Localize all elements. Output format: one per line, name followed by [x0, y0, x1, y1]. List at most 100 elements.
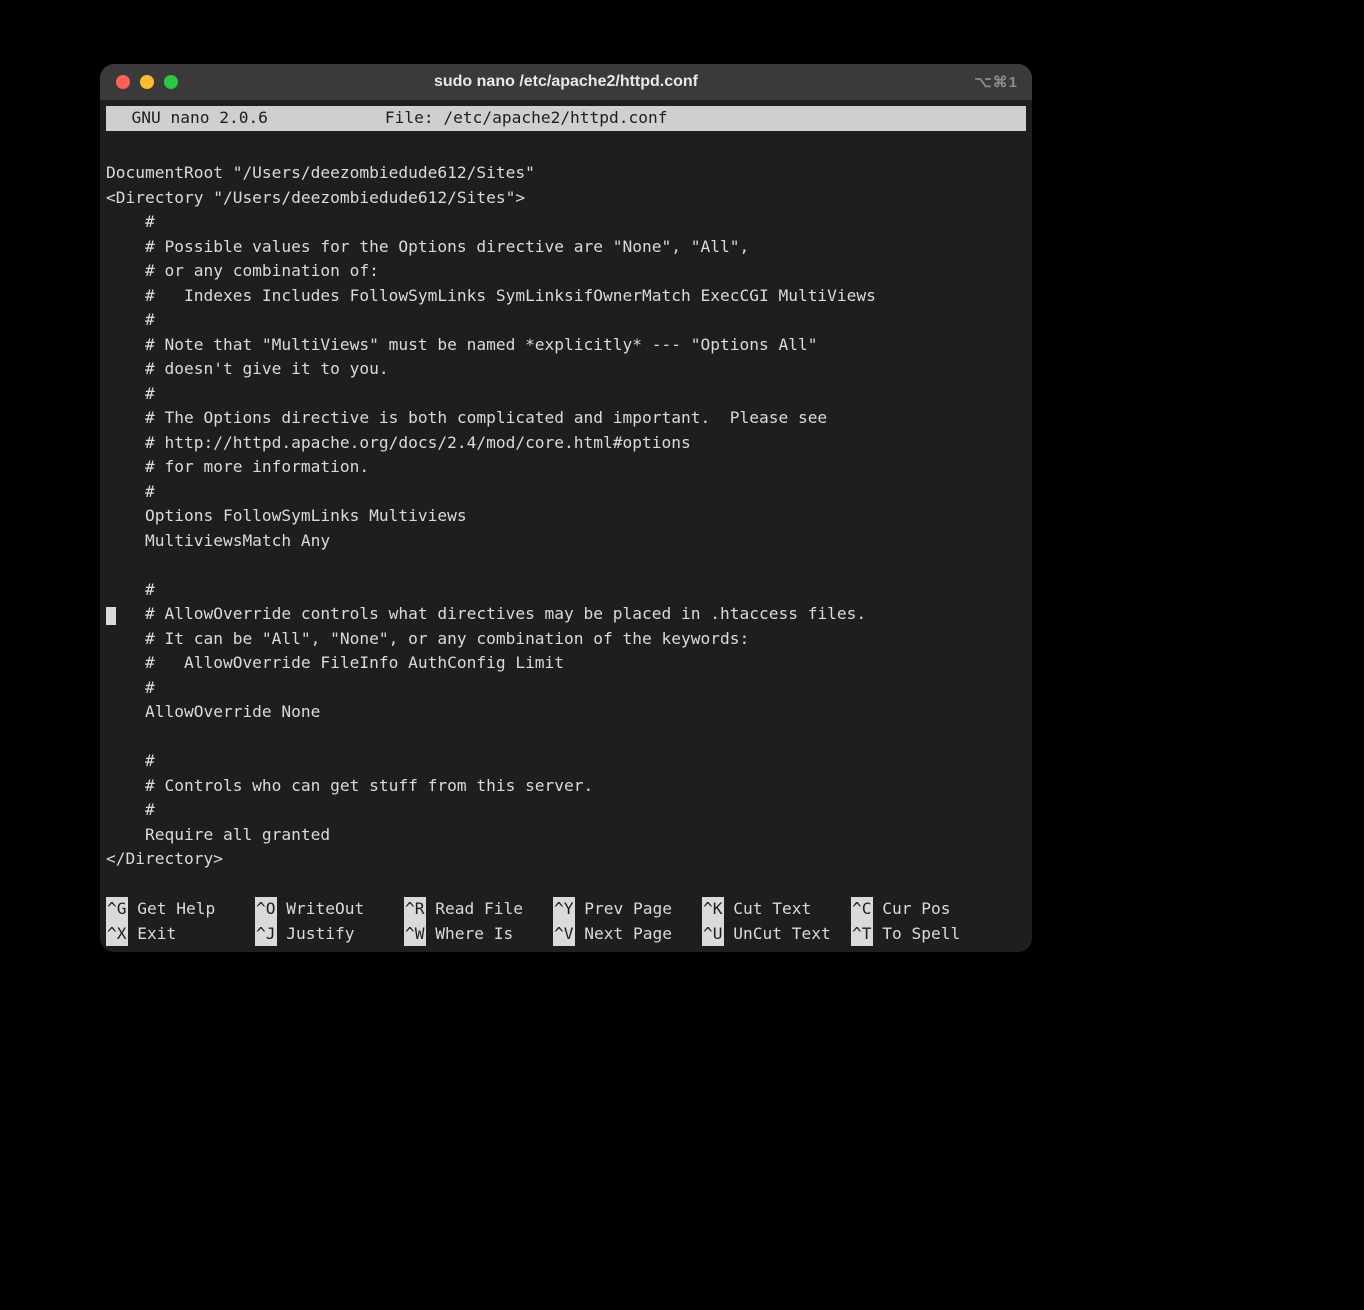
editor-line[interactable]: # Controls who can get stuff from this s… [106, 774, 1026, 799]
nano-menu-label: Where Is [426, 924, 514, 943]
editor-line-text: # Note that "MultiViews" must be named *… [106, 335, 817, 354]
nano-menu-item[interactable]: ^G Get Help [106, 897, 255, 922]
nano-menu-item[interactable]: ^K Cut Text [702, 897, 851, 922]
editor-line-text: # [106, 482, 155, 501]
editor-line[interactable]: # [106, 676, 1026, 701]
editor-line[interactable]: # [106, 382, 1026, 407]
editor-line[interactable]: AllowOverride None [106, 700, 1026, 725]
editor-line[interactable]: # AllowOverride FileInfo AuthConfig Limi… [106, 651, 1026, 676]
editor-line-text: <Directory "/Users/deezombiedude612/Site… [106, 188, 525, 207]
editor-line-text [106, 874, 116, 893]
window-title-bar: sudo nano /etc/apache2/httpd.conf ⌥⌘1 [100, 64, 1032, 100]
status-spacer [268, 108, 385, 127]
nano-menu-label: WriteOut [277, 899, 365, 918]
nano-menu-label: Justify [277, 924, 355, 943]
editor-line[interactable]: # for more information. [106, 455, 1026, 480]
editor-line[interactable]: # [106, 308, 1026, 333]
maximize-icon[interactable] [164, 75, 178, 89]
editor-line-text: # The Options directive is both complica… [106, 408, 827, 427]
nano-menu-key: ^K [702, 897, 724, 922]
editor-line[interactable] [106, 137, 1026, 162]
editor-line[interactable]: # http://httpd.apache.org/docs/2.4/mod/c… [106, 431, 1026, 456]
editor-line-text: # [106, 310, 155, 329]
editor-line-text: </Directory> [106, 849, 223, 868]
editor-line-text: DocumentRoot "/Users/deezombiedude612/Si… [106, 163, 535, 182]
nano-menu-key: ^T [851, 922, 873, 947]
nano-menu-item[interactable]: ^X Exit [106, 922, 255, 947]
editor-line[interactable]: # [106, 749, 1026, 774]
editor-line[interactable]: # Indexes Includes FollowSymLinks SymLin… [106, 284, 1026, 309]
editor-line-text: # [106, 580, 155, 599]
editor-line-text: # AllowOverride FileInfo AuthConfig Limi… [106, 653, 564, 672]
editor-line-text: # Controls who can get stuff from this s… [106, 776, 593, 795]
nano-menu-item[interactable]: ^T To Spell [851, 922, 1000, 947]
nano-menu-key: ^C [851, 897, 873, 922]
editor-line[interactable]: DocumentRoot "/Users/deezombiedude612/Si… [106, 161, 1026, 186]
editor-line[interactable] [106, 725, 1026, 750]
editor-line-text: Options FollowSymLinks Multiviews [106, 506, 467, 525]
editor-line[interactable]: # AllowOverride controls what directives… [106, 602, 1026, 627]
editor-line[interactable]: # Note that "MultiViews" must be named *… [106, 333, 1026, 358]
nano-menu-label: Next Page [575, 924, 672, 943]
editor-line[interactable]: # or any combination of: [106, 259, 1026, 284]
editor-line-text: # doesn't give it to you. [106, 359, 389, 378]
nano-menu-bar: ^G Get Help^O WriteOut^R Read File^Y Pre… [100, 897, 1032, 952]
nano-menu-key: ^G [106, 897, 128, 922]
minimize-icon[interactable] [140, 75, 154, 89]
nano-menu-key: ^Y [553, 897, 575, 922]
editor-line[interactable]: Require all granted [106, 823, 1026, 848]
nano-menu-item[interactable]: ^O WriteOut [255, 897, 404, 922]
nano-menu-label: Prev Page [575, 899, 672, 918]
editor-line-text: # [106, 212, 155, 231]
nano-menu-item[interactable]: ^V Next Page [553, 922, 702, 947]
nano-status-bar: GNU nano 2.0.6 File: /etc/apache2/httpd.… [106, 106, 1026, 131]
editor-line[interactable]: MultiviewsMatch Any [106, 529, 1026, 554]
nano-menu-item[interactable]: ^W Where Is [404, 922, 553, 947]
editor-line-text [106, 555, 116, 574]
editor-line-text: Require all granted [106, 825, 330, 844]
nano-version: GNU nano 2.0.6 [112, 108, 268, 127]
editor-line[interactable]: # The Options directive is both complica… [106, 406, 1026, 431]
editor-line[interactable]: # [106, 578, 1026, 603]
editor-line[interactable] [106, 553, 1026, 578]
editor-line[interactable]: Options FollowSymLinks Multiviews [106, 504, 1026, 529]
editor-line[interactable]: <Directory "/Users/deezombiedude612/Site… [106, 186, 1026, 211]
nano-menu-label: To Spell [873, 924, 961, 943]
close-icon[interactable] [116, 75, 130, 89]
nano-menu-label: Read File [426, 899, 523, 918]
window-shortcut-badge: ⌥⌘1 [974, 73, 1018, 91]
nano-menu-item[interactable]: ^R Read File [404, 897, 553, 922]
editor-line[interactable]: # doesn't give it to you. [106, 357, 1026, 382]
editor-line-text: # [106, 678, 155, 697]
nano-menu-item[interactable]: ^Y Prev Page [553, 897, 702, 922]
nano-menu-label: Cut Text [724, 899, 812, 918]
editor-line-text: MultiviewsMatch Any [106, 531, 330, 550]
editor-line-text: # http://httpd.apache.org/docs/2.4/mod/c… [106, 433, 691, 452]
editor-line[interactable] [106, 872, 1026, 897]
editor-line[interactable]: # [106, 480, 1026, 505]
editor-line[interactable]: # [106, 210, 1026, 235]
nano-menu-key: ^W [404, 922, 426, 947]
nano-menu-key: ^J [255, 922, 277, 947]
window-title: sudo nano /etc/apache2/httpd.conf [100, 73, 1032, 91]
nano-menu-label: Get Help [128, 899, 216, 918]
editor-line[interactable]: # [106, 798, 1026, 823]
nano-menu-item[interactable]: ^U UnCut Text [702, 922, 851, 947]
text-cursor [106, 607, 116, 625]
nano-menu-row: ^G Get Help^O WriteOut^R Read File^Y Pre… [106, 897, 1026, 922]
editor-line-text: # [106, 751, 155, 770]
terminal-window: sudo nano /etc/apache2/httpd.conf ⌥⌘1 GN… [100, 64, 1032, 952]
editor-line[interactable]: # Possible values for the Options direct… [106, 235, 1026, 260]
nano-menu-item[interactable]: ^J Justify [255, 922, 404, 947]
nano-menu-key: ^X [106, 922, 128, 947]
editor-line-text: # [106, 800, 155, 819]
nano-menu-label: UnCut Text [724, 924, 831, 943]
editor-area[interactable]: DocumentRoot "/Users/deezombiedude612/Si… [100, 131, 1032, 898]
nano-menu-item[interactable]: ^C Cur Pos [851, 897, 1000, 922]
terminal-body[interactable]: GNU nano 2.0.6 File: /etc/apache2/httpd.… [100, 100, 1032, 952]
editor-line-text: # It can be "All", "None", or any combin… [106, 629, 749, 648]
editor-line[interactable]: </Directory> [106, 847, 1026, 872]
editor-line-text: # for more information. [106, 457, 369, 476]
editor-line[interactable]: # It can be "All", "None", or any combin… [106, 627, 1026, 652]
editor-line-text: AllowOverride None [106, 702, 320, 721]
